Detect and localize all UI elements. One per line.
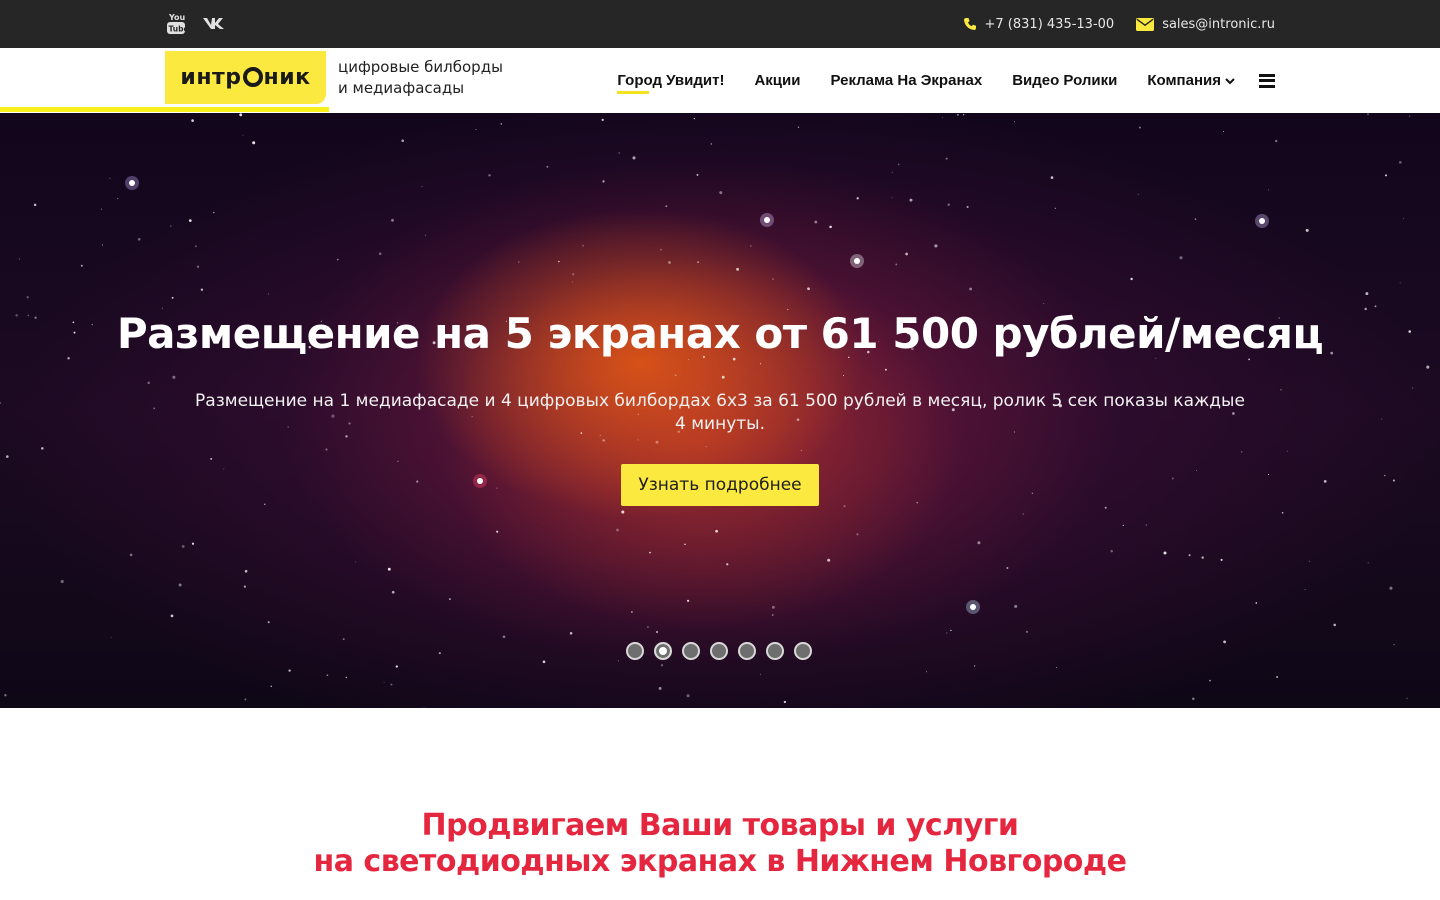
- section-title-line-1: Продвигаем Ваши товары и услуги: [421, 808, 1019, 843]
- nav-item-reklama[interactable]: Реклама На Экранах: [830, 48, 982, 113]
- hero-title: Размещение на 5 экранах от 61 500 рублей…: [116, 309, 1324, 358]
- top-bar: You Tube +7 (831) 435-13-00 sales@intron…: [0, 0, 1440, 48]
- logo-accent-bar: [0, 107, 329, 112]
- phone-contact[interactable]: +7 (831) 435-13-00: [963, 16, 1115, 32]
- phone-icon: [963, 18, 976, 30]
- nav-item-aktsii[interactable]: Акции: [754, 48, 800, 113]
- slider-pagination: [626, 642, 812, 660]
- logo-wordmark: интр ник: [180, 65, 311, 90]
- slider-dot[interactable]: [682, 642, 700, 660]
- slider-dot[interactable]: [626, 642, 644, 660]
- learn-more-button[interactable]: Узнать подробнее: [621, 464, 819, 506]
- menu-icon[interactable]: [1259, 73, 1275, 88]
- tagline: цифровые билборды и медиафасады: [338, 57, 503, 99]
- hero-slider: Размещение на 5 экранах от 61 500 рублей…: [0, 113, 1440, 708]
- slider-dot[interactable]: [710, 642, 728, 660]
- nav-item-gorod-uvidit[interactable]: Город Увидит!: [617, 48, 724, 113]
- vk-icon[interactable]: [202, 10, 228, 36]
- nav-item-kompaniya[interactable]: Компания: [1147, 48, 1235, 113]
- slider-dot[interactable]: [654, 642, 672, 660]
- email-address: sales@intronic.ru: [1162, 16, 1275, 32]
- logo[interactable]: интр ник: [165, 51, 326, 104]
- youtube-icon[interactable]: You Tube: [166, 10, 190, 36]
- envelope-icon: [1136, 17, 1155, 31]
- email-contact[interactable]: sales@intronic.ru: [1136, 17, 1275, 32]
- svg-text:You: You: [168, 13, 186, 22]
- nav-item-video[interactable]: Видео Ролики: [1012, 48, 1117, 113]
- slider-dot[interactable]: [738, 642, 756, 660]
- site-header: интр ник цифровые билборды и медиафасады …: [0, 48, 1440, 113]
- tagline-line-2: и медиафасады: [338, 79, 465, 97]
- hero-subtitle: Размещение на 1 медиафасаде и 4 цифровых…: [195, 391, 1245, 434]
- chevron-down-icon: [1225, 77, 1235, 84]
- logo-o-glyph: [242, 67, 263, 87]
- slider-dot[interactable]: [794, 642, 812, 660]
- svg-text:Tube: Tube: [169, 25, 187, 34]
- social-links: You Tube: [166, 10, 228, 36]
- main-nav: Город Увидит! Акции Реклама На Экранах В…: [587, 48, 1275, 113]
- section-title-line-2: на светодиодных экранах в Нижнем Новгоро…: [313, 844, 1128, 879]
- phone-number: +7 (831) 435-13-00: [984, 16, 1115, 32]
- section-title: Продвигаем Ваши товары и услуги на свето…: [0, 808, 1440, 880]
- slider-dot[interactable]: [766, 642, 784, 660]
- tagline-line-1: цифровые билборды: [338, 58, 503, 76]
- contacts: +7 (831) 435-13-00 sales@intronic.ru: [963, 0, 1275, 48]
- nav-item-kompaniya-label: Компания: [1147, 72, 1221, 89]
